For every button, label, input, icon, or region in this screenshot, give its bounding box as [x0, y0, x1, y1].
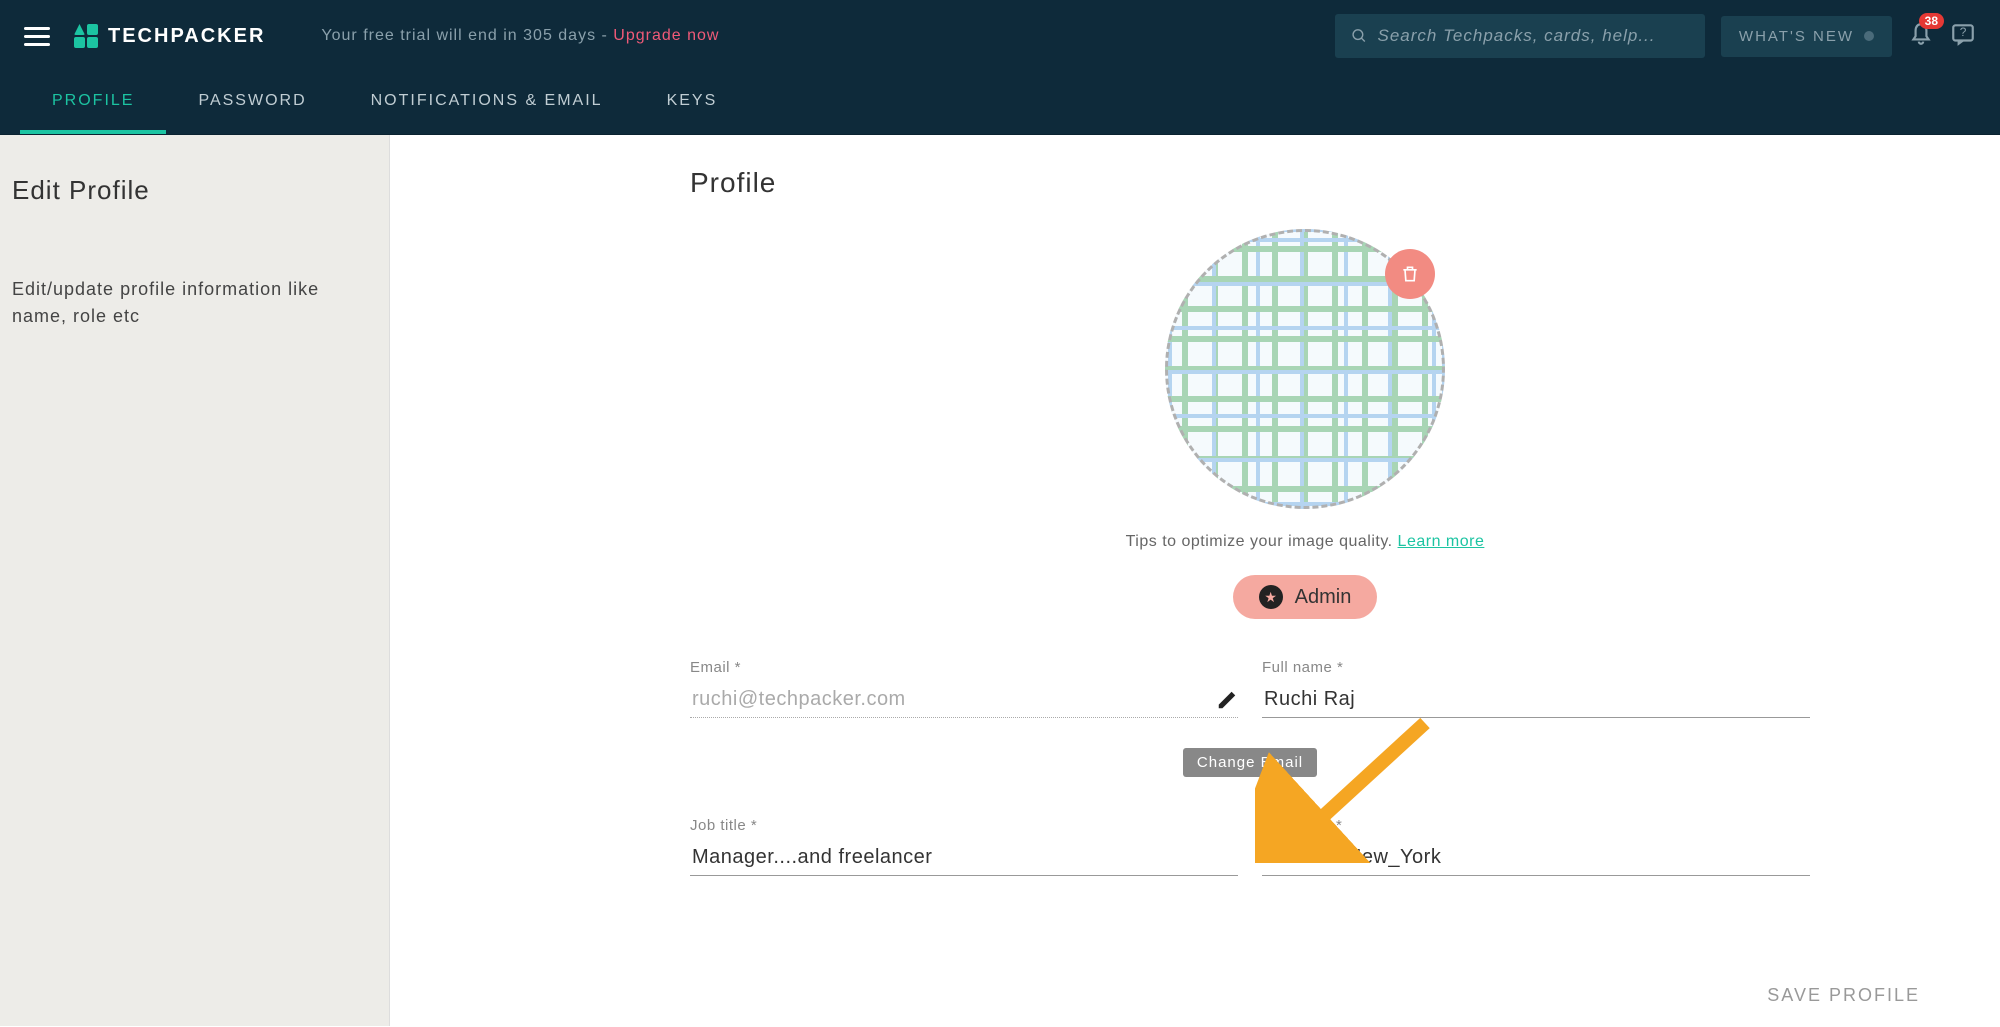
fullname-input[interactable]	[1262, 682, 1810, 718]
delete-avatar-button[interactable]	[1385, 249, 1435, 299]
logo-mark-icon	[74, 23, 100, 49]
tab-keys[interactable]: KEYS	[635, 72, 750, 134]
save-profile-button[interactable]: SAVE PROFILE	[1767, 985, 1920, 1006]
fullname-field-group: Full name *	[1262, 659, 1810, 718]
sidebar-title: Edit Profile	[12, 175, 377, 206]
jobtitle-field-group: Job title *	[690, 817, 1238, 876]
change-email-button[interactable]: Change Email	[1183, 748, 1317, 777]
tab-notifications[interactable]: NOTIFICATIONS & EMAIL	[339, 72, 635, 134]
app-header: TECHPACKER Your free trial will end in 3…	[0, 0, 2000, 72]
sidebar-description: Edit/update profile information like nam…	[12, 276, 377, 330]
email-field-group: Email *	[690, 659, 1238, 718]
menu-icon[interactable]	[24, 27, 50, 46]
role-badge[interactable]: ★ Admin	[1233, 575, 1378, 619]
fullname-label: Full name *	[1262, 659, 1810, 676]
image-tips-text: Tips to optimize your image quality. Lea…	[1126, 533, 1485, 551]
whats-new-button[interactable]: WHAT'S NEW	[1721, 16, 1892, 57]
learn-more-link[interactable]: Learn more	[1398, 533, 1485, 550]
search-icon	[1351, 27, 1368, 45]
timezone-field-group: Timezone *	[1262, 817, 1810, 876]
upgrade-link[interactable]: Upgrade now	[613, 27, 719, 44]
settings-tabs: PROFILE PASSWORD NOTIFICATIONS & EMAIL K…	[0, 72, 2000, 135]
star-icon: ★	[1259, 585, 1283, 609]
search-input[interactable]	[1378, 26, 1689, 46]
brand-logo[interactable]: TECHPACKER	[74, 23, 265, 49]
search-box[interactable]	[1335, 14, 1705, 58]
sidebar: Edit Profile Edit/update profile informa…	[0, 135, 390, 1026]
tab-password[interactable]: PASSWORD	[166, 72, 338, 134]
notification-badge: 38	[1919, 13, 1944, 29]
brand-text: TECHPACKER	[108, 25, 265, 48]
timezone-input[interactable]	[1262, 840, 1810, 876]
trash-icon	[1400, 264, 1420, 284]
pencil-icon[interactable]	[1216, 689, 1238, 711]
email-input	[690, 682, 1208, 717]
trial-status: Your free trial will end in 305 days - U…	[321, 27, 719, 45]
jobtitle-label: Job title *	[690, 817, 1238, 834]
whats-new-indicator-icon	[1864, 31, 1874, 41]
help-icon: ?	[1950, 21, 1976, 47]
help-button[interactable]: ?	[1950, 21, 1976, 52]
jobtitle-input[interactable]	[690, 840, 1238, 876]
main-content: Profile Tips to optimize your image qual…	[390, 135, 2000, 1026]
svg-text:?: ?	[1960, 25, 1967, 39]
avatar-uploader[interactable]	[1165, 229, 1445, 509]
timezone-label: Timezone *	[1262, 817, 1810, 834]
notifications-button[interactable]: 38	[1908, 21, 1934, 52]
tab-profile[interactable]: PROFILE	[20, 72, 166, 134]
email-label: Email *	[690, 659, 1238, 676]
page-title: Profile	[690, 167, 1920, 199]
